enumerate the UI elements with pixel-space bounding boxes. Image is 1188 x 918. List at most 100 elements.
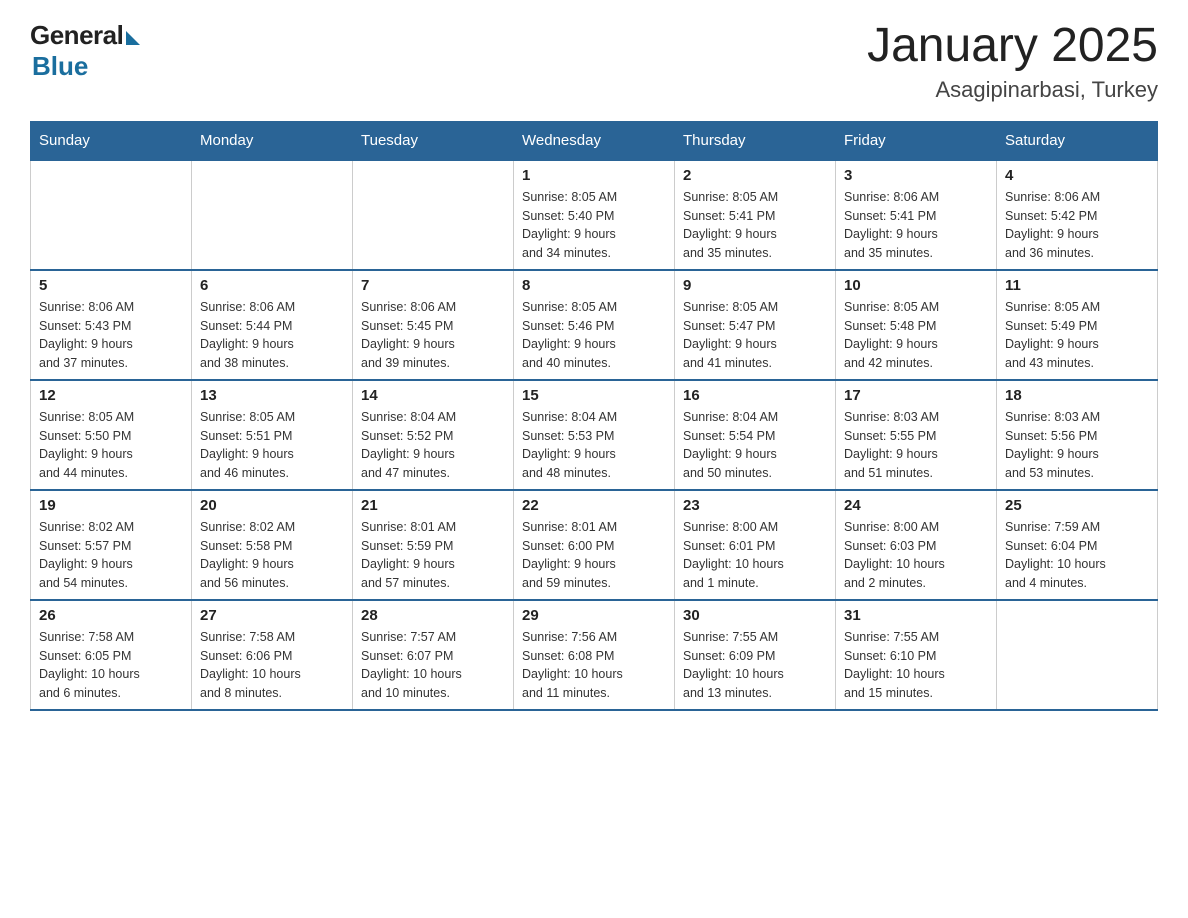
calendar-header-row: SundayMondayTuesdayWednesdayThursdayFrid…	[31, 121, 1158, 160]
day-info: Sunrise: 7:59 AMSunset: 6:04 PMDaylight:…	[1005, 518, 1149, 593]
calendar-cell: 14 Sunrise: 8:04 AMSunset: 5:52 PMDayligh…	[353, 380, 514, 490]
calendar-week-row: 19Sunrise: 8:02 AMSunset: 5:57 PMDayligh…	[31, 490, 1158, 600]
day-info: Sunrise: 8:05 AMSunset: 5:51 PMDaylight:…	[200, 408, 344, 483]
day-info: Sunrise: 8:06 AMSunset: 5:43 PMDaylight:…	[39, 298, 183, 373]
calendar-week-row: 12 Sunrise: 8:05 AMSunset: 5:50 PMDayligh…	[31, 380, 1158, 490]
weekday-header-saturday: Saturday	[997, 121, 1158, 160]
calendar-cell: 1Sunrise: 8:05 AMSunset: 5:40 PMDaylight…	[514, 160, 675, 270]
calendar-cell: 9 Sunrise: 8:05 AMSunset: 5:47 PMDaylight…	[675, 270, 836, 380]
day-info: Sunrise: 8:04 AMSunset: 5:53 PMDaylight:…	[522, 408, 666, 483]
title-area: January 2025 Asagipinarbasi, Turkey	[867, 20, 1158, 103]
day-number: 28	[361, 607, 505, 624]
day-number: 23	[683, 497, 827, 514]
calendar-cell: 13 Sunrise: 8:05 AMSunset: 5:51 PMDayligh…	[192, 380, 353, 490]
calendar-cell: 11Sunrise: 8:05 AMSunset: 5:49 PMDayligh…	[997, 270, 1158, 380]
day-info: Sunrise: 8:01 AMSunset: 6:00 PMDaylight:…	[522, 518, 666, 593]
calendar-cell: 30 Sunrise: 7:55 AMSunset: 6:09 PMDayligh…	[675, 600, 836, 710]
day-info: Sunrise: 8:02 AMSunset: 5:57 PMDaylight:…	[39, 518, 183, 593]
calendar-cell: 18 Sunrise: 8:03 AMSunset: 5:56 PMDayligh…	[997, 380, 1158, 490]
calendar-cell: 21 Sunrise: 8:01 AMSunset: 5:59 PMDayligh…	[353, 490, 514, 600]
day-info: Sunrise: 8:05 AMSunset: 5:40 PMDaylight:…	[522, 188, 666, 263]
logo-triangle-icon	[126, 31, 140, 45]
day-number: 12	[39, 387, 183, 404]
weekday-header-sunday: Sunday	[31, 121, 192, 160]
day-info: Sunrise: 8:06 AMSunset: 5:45 PMDaylight:…	[361, 298, 505, 373]
day-number: 5	[39, 277, 183, 294]
calendar-cell: 12 Sunrise: 8:05 AMSunset: 5:50 PMDayligh…	[31, 380, 192, 490]
day-number: 26	[39, 607, 183, 624]
calendar-cell: 26Sunrise: 7:58 AMSunset: 6:05 PMDayligh…	[31, 600, 192, 710]
day-info: Sunrise: 8:01 AMSunset: 5:59 PMDaylight:…	[361, 518, 505, 593]
calendar-cell: 17 Sunrise: 8:03 AMSunset: 5:55 PMDayligh…	[836, 380, 997, 490]
day-info: Sunrise: 8:04 AMSunset: 5:54 PMDaylight:…	[683, 408, 827, 483]
day-number: 7	[361, 277, 505, 294]
calendar-cell: 20Sunrise: 8:02 AMSunset: 5:58 PMDayligh…	[192, 490, 353, 600]
calendar-cell: 5 Sunrise: 8:06 AMSunset: 5:43 PMDaylight…	[31, 270, 192, 380]
calendar-cell	[997, 600, 1158, 710]
calendar-cell: 16 Sunrise: 8:04 AMSunset: 5:54 PMDayligh…	[675, 380, 836, 490]
day-info: Sunrise: 7:55 AMSunset: 6:09 PMDaylight:…	[683, 628, 827, 703]
calendar-cell	[31, 160, 192, 270]
calendar-cell: 10 Sunrise: 8:05 AMSunset: 5:48 PMDayligh…	[836, 270, 997, 380]
day-info: Sunrise: 7:58 AMSunset: 6:06 PMDaylight:…	[200, 628, 344, 703]
day-info: Sunrise: 8:05 AMSunset: 5:48 PMDaylight:…	[844, 298, 988, 373]
day-number: 13	[200, 387, 344, 404]
day-number: 24	[844, 497, 988, 514]
day-info: Sunrise: 8:06 AMSunset: 5:44 PMDaylight:…	[200, 298, 344, 373]
day-number: 4	[1005, 167, 1149, 184]
day-info: Sunrise: 8:00 AMSunset: 6:01 PMDaylight:…	[683, 518, 827, 593]
calendar-cell: 7 Sunrise: 8:06 AMSunset: 5:45 PMDaylight…	[353, 270, 514, 380]
calendar-cell: 6 Sunrise: 8:06 AMSunset: 5:44 PMDaylight…	[192, 270, 353, 380]
day-info: Sunrise: 8:03 AMSunset: 5:55 PMDaylight:…	[844, 408, 988, 483]
weekday-header-friday: Friday	[836, 121, 997, 160]
day-number: 17	[844, 387, 988, 404]
calendar-cell: 15 Sunrise: 8:04 AMSunset: 5:53 PMDayligh…	[514, 380, 675, 490]
calendar-cell	[192, 160, 353, 270]
day-number: 10	[844, 277, 988, 294]
day-number: 18	[1005, 387, 1149, 404]
day-number: 2	[683, 167, 827, 184]
day-number: 27	[200, 607, 344, 624]
weekday-header-wednesday: Wednesday	[514, 121, 675, 160]
day-number: 25	[1005, 497, 1149, 514]
day-number: 21	[361, 497, 505, 514]
day-number: 30	[683, 607, 827, 624]
page-header: General Blue January 2025 Asagipinarbasi…	[30, 20, 1158, 103]
day-number: 11	[1005, 277, 1149, 294]
calendar-cell: 25 Sunrise: 7:59 AMSunset: 6:04 PMDayligh…	[997, 490, 1158, 600]
day-number: 14	[361, 387, 505, 404]
calendar-table: SundayMondayTuesdayWednesdayThursdayFrid…	[30, 121, 1158, 711]
day-info: Sunrise: 8:05 AMSunset: 5:50 PMDaylight:…	[39, 408, 183, 483]
day-number: 16	[683, 387, 827, 404]
day-number: 8	[522, 277, 666, 294]
day-info: Sunrise: 8:06 AMSunset: 5:42 PMDaylight:…	[1005, 188, 1149, 263]
day-info: Sunrise: 8:05 AMSunset: 5:46 PMDaylight:…	[522, 298, 666, 373]
calendar-cell: 29Sunrise: 7:56 AMSunset: 6:08 PMDayligh…	[514, 600, 675, 710]
day-number: 29	[522, 607, 666, 624]
day-number: 22	[522, 497, 666, 514]
calendar-cell: 24 Sunrise: 8:00 AMSunset: 6:03 PMDayligh…	[836, 490, 997, 600]
day-info: Sunrise: 8:04 AMSunset: 5:52 PMDaylight:…	[361, 408, 505, 483]
day-info: Sunrise: 8:03 AMSunset: 5:56 PMDaylight:…	[1005, 408, 1149, 483]
day-number: 6	[200, 277, 344, 294]
logo-blue-text: Blue	[32, 51, 88, 82]
day-number: 15	[522, 387, 666, 404]
day-number: 31	[844, 607, 988, 624]
calendar-week-row: 1Sunrise: 8:05 AMSunset: 5:40 PMDaylight…	[31, 160, 1158, 270]
day-info: Sunrise: 8:06 AMSunset: 5:41 PMDaylight:…	[844, 188, 988, 263]
logo: General Blue	[30, 20, 140, 82]
calendar-cell: 22 Sunrise: 8:01 AMSunset: 6:00 PMDayligh…	[514, 490, 675, 600]
day-info: Sunrise: 8:05 AMSunset: 5:47 PMDaylight:…	[683, 298, 827, 373]
day-number: 9	[683, 277, 827, 294]
month-title: January 2025	[867, 20, 1158, 73]
calendar-cell: 2Sunrise: 8:05 AMSunset: 5:41 PMDaylight…	[675, 160, 836, 270]
day-number: 3	[844, 167, 988, 184]
day-info: Sunrise: 8:00 AMSunset: 6:03 PMDaylight:…	[844, 518, 988, 593]
weekday-header-tuesday: Tuesday	[353, 121, 514, 160]
day-info: Sunrise: 7:55 AMSunset: 6:10 PMDaylight:…	[844, 628, 988, 703]
weekday-header-monday: Monday	[192, 121, 353, 160]
calendar-cell: 31 Sunrise: 7:55 AMSunset: 6:10 PMDayligh…	[836, 600, 997, 710]
calendar-cell: 23 Sunrise: 8:00 AMSunset: 6:01 PMDayligh…	[675, 490, 836, 600]
day-info: Sunrise: 8:02 AMSunset: 5:58 PMDaylight:…	[200, 518, 344, 593]
calendar-cell: 28Sunrise: 7:57 AMSunset: 6:07 PMDayligh…	[353, 600, 514, 710]
